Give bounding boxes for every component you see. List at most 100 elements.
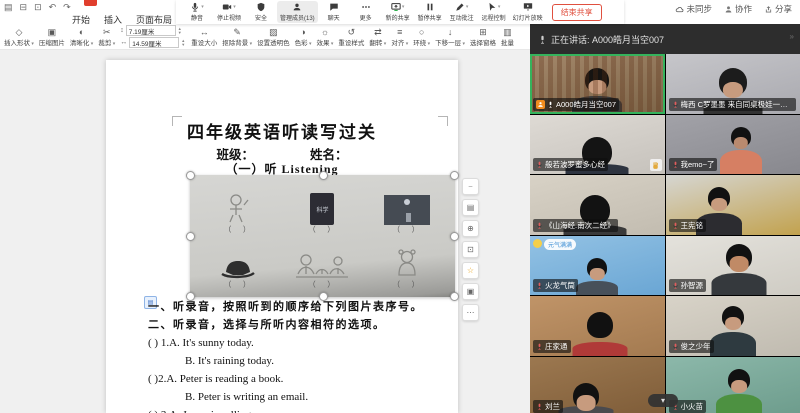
resize-handle-sw[interactable] — [186, 292, 195, 301]
participant-label: 刘兰 — [533, 400, 563, 413]
resize-handle-e[interactable] — [450, 232, 459, 241]
participant-tile[interactable]: 《山海经.南次二经》 — [530, 175, 665, 235]
undo-icon[interactable]: ↶ — [49, 2, 57, 13]
meeting-slideshow-button[interactable]: 幻灯片放映 — [510, 1, 546, 23]
participant-tile[interactable]: 梅西 C罗墨墨 来自同桌极娃一路凯... — [665, 54, 800, 114]
ribbon-item-清晰化[interactable]: ◐ 清晰化 ▾ — [70, 27, 93, 47]
collapse-toolbar-button[interactable]: − — [462, 178, 479, 195]
titlebar-share-arrow-item[interactable]: 分享 — [764, 3, 792, 15]
meeting-remote-control-button[interactable]: ▾ 远程控制 — [478, 1, 510, 23]
下移一层-icon: ↓ — [447, 26, 453, 37]
image-height-field: ↕ 7.19厘米 ▲ ▼ — [120, 25, 185, 36]
collapse-videos-button[interactable]: ▾ — [648, 394, 678, 407]
person-icon — [537, 101, 544, 108]
person-head — [726, 243, 753, 272]
slideshow-icon — [523, 2, 533, 12]
ribbon-item-环绕[interactable]: ○ 环绕 ▾ — [413, 27, 430, 47]
ribbon-item-翻转[interactable]: ⇄ 翻转 ▾ — [369, 27, 386, 47]
worksheet-cell-boy: （ ） — [196, 179, 280, 234]
image-width-field-value[interactable]: 14.59厘米 — [129, 37, 180, 48]
meeting-pause-button[interactable]: 暂停共享 — [414, 1, 446, 23]
zoom-image-button[interactable]: ⊕ — [462, 220, 479, 237]
ribbon-item-色彩[interactable]: ◑ 色彩 ▾ — [295, 27, 312, 47]
person-icon — [724, 5, 733, 14]
person-face — [733, 136, 749, 149]
instruction-line: 一、听录音，按照听到的顺序给下列图片表序号。 — [148, 301, 423, 313]
meeting-chat-button[interactable]: 聊天 — [318, 1, 350, 23]
resize-handle-w[interactable] — [186, 232, 195, 241]
participant-tile[interactable]: 孙智源 — [665, 235, 800, 295]
print-icon[interactable]: ⊟ — [20, 2, 28, 13]
person-head — [585, 68, 610, 94]
end-share-button[interactable]: 结束共享 — [551, 3, 602, 21]
titlebar-cloud-item[interactable]: 未同步 — [675, 3, 712, 15]
meeting-camera-button[interactable]: ▾ 停止视频 — [213, 1, 245, 23]
document-canvas[interactable]: 四年级英语听读写过关 班级： 姓名： （一）听 Listening （ ） 科学… — [0, 50, 530, 413]
meeting-mic-button[interactable]: ▾ 静音 — [181, 1, 213, 23]
meeting-dots-button[interactable]: 更多 — [350, 1, 382, 23]
redo-icon[interactable]: ↷ — [63, 2, 71, 13]
participant-name: 小火苗 — [680, 402, 704, 411]
对齐-icon: ≡ — [397, 26, 403, 37]
worksheet-image[interactable]: （ ） 科学 （ ） （ ） （ ） （ ） （ ） — [186, 171, 459, 301]
ribbon-item-重设样式[interactable]: ↺ 重设样式 — [338, 27, 364, 47]
park-sketch-icon — [296, 254, 349, 278]
export-icon[interactable]: ⊡ — [34, 2, 42, 13]
ribbon-item-下移一层[interactable]: ↓ 下移一层 ▾ — [435, 27, 465, 47]
ribbon-item-选择窗格[interactable]: ⊞ 选择窗格 — [470, 27, 496, 47]
participant-label: 火龙气筒 — [533, 279, 578, 292]
resize-handle-nw[interactable] — [186, 171, 195, 180]
copy-image-button[interactable]: ▣ — [462, 283, 479, 300]
remote-control-icon — [487, 2, 497, 12]
meeting-button-label: 管理成员(13) — [280, 16, 315, 22]
titlebar-item-label: 未同步 — [686, 4, 712, 14]
resize-handle-s[interactable] — [318, 292, 328, 301]
resize-handle-ne[interactable] — [450, 171, 459, 180]
ribbon-item-裁剪[interactable]: ✂ 裁剪 ▾ — [98, 27, 115, 47]
mic-icon — [536, 343, 543, 350]
document-page[interactable]: 四年级英语听读写过关 班级： 姓名： （一）听 Listening （ ） 科学… — [106, 60, 479, 413]
mic-icon — [536, 403, 543, 410]
participant-tile[interactable]: 俊之少年 — [665, 296, 800, 356]
ribbon-item-插入形状[interactable]: ◇ 插入形状 ▾ — [4, 27, 34, 47]
titlebar-person-item[interactable]: 协作 — [724, 3, 752, 15]
participant-tile[interactable]: 王宪铭 — [665, 175, 800, 235]
participant-name: 火龙气筒 — [545, 281, 575, 290]
ribbon-item-抠除背景[interactable]: ✎ 抠除背景 ▾ — [222, 27, 252, 47]
participant-label: 王宪铭 — [668, 218, 706, 232]
ribbon-item-效果[interactable]: ☼ 效果 ▾ — [317, 27, 334, 47]
stepper[interactable]: ▲ ▼ — [181, 38, 185, 47]
meeting-share-screen-button[interactable]: ▾ 新的共享 — [382, 1, 414, 23]
meeting-annotate-button[interactable]: ▾ 互动批注 — [446, 1, 478, 23]
resize-handle-se[interactable] — [450, 292, 459, 301]
raised-hand-indicator — [649, 159, 662, 171]
option-line: ( ) 3.A. Jenny is calling. — [148, 406, 448, 413]
resize-handle-n[interactable] — [318, 171, 328, 180]
save-icon[interactable]: ▤ — [4, 2, 13, 13]
ribbon-item-压缩图片[interactable]: ▣ 压缩图片 — [39, 27, 65, 47]
wrap-options-button[interactable]: ▤ — [462, 199, 479, 216]
panel-expand-icon[interactable]: » — [790, 32, 794, 41]
crop-image-button[interactable]: ⊡ — [462, 241, 479, 258]
participant-tile[interactable]: 我emo~了 — [665, 114, 800, 174]
worksheet-cell-cap: （ ） — [196, 234, 280, 289]
worksheet-picture-grid: （ ） 科学 （ ） （ ） （ ） （ ） （ ） — [196, 179, 449, 289]
participant-tile[interactable]: 般若波罗蜜多心经 — [530, 114, 665, 174]
participant-tile[interactable]: 元气满满 火龙气筒 — [530, 235, 665, 295]
image-height-field-value[interactable]: 7.19厘米 — [125, 25, 176, 36]
meeting-shield-button[interactable]: 安全 — [245, 1, 277, 23]
beautify-image-button[interactable]: ☆ — [462, 262, 479, 279]
worksheet-cell-science-book: 科学 （ ） — [280, 179, 364, 234]
more-image-button[interactable]: ⋯ — [462, 304, 479, 321]
ribbon-item-对齐[interactable]: ≡ 对齐 ▾ — [391, 27, 408, 47]
participant-tile[interactable]: 小火苗 — [665, 356, 800, 413]
ribbon-item-重设大小[interactable]: ↔ 重设大小 — [191, 27, 217, 47]
person-body — [711, 273, 767, 295]
participant-tile[interactable]: A000皓月当空007 — [530, 54, 665, 114]
participant-tile[interactable]: 刘兰 — [530, 356, 665, 413]
ribbon-item-批量[interactable]: ▥ 批量 — [501, 27, 514, 47]
ribbon-item-设置透明色[interactable]: ▨ 设置透明色 — [257, 27, 290, 47]
participant-tile[interactable]: 庄家通 — [530, 296, 665, 356]
meeting-people-button[interactable]: 管理成员(13) — [277, 1, 318, 23]
stepper[interactable]: ▲ ▼ — [178, 26, 182, 35]
